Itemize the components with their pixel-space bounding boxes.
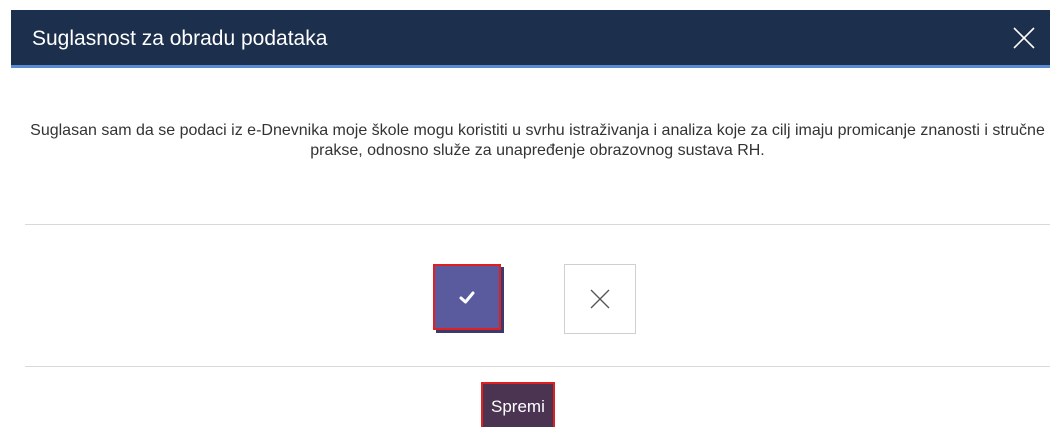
- close-icon: [1013, 27, 1035, 49]
- x-icon: [590, 289, 610, 309]
- save-button[interactable]: Spremi: [481, 382, 555, 427]
- consent-text: Suglasan sam da se podaci iz e-Dnevnika …: [30, 122, 1045, 159]
- check-icon: [459, 291, 475, 304]
- dialog-title: Suglasnost za obradu podataka: [32, 27, 328, 50]
- disagree-button[interactable]: [564, 264, 636, 334]
- close-button[interactable]: [1010, 24, 1038, 52]
- consent-dialog: Suglasnost za obradu podataka Suglasan s…: [0, 0, 1050, 427]
- agree-button[interactable]: [433, 264, 501, 330]
- divider-top: [25, 224, 1050, 225]
- dialog-header: Suglasnost za obradu podataka: [11, 10, 1050, 68]
- divider-bottom: [25, 366, 1050, 367]
